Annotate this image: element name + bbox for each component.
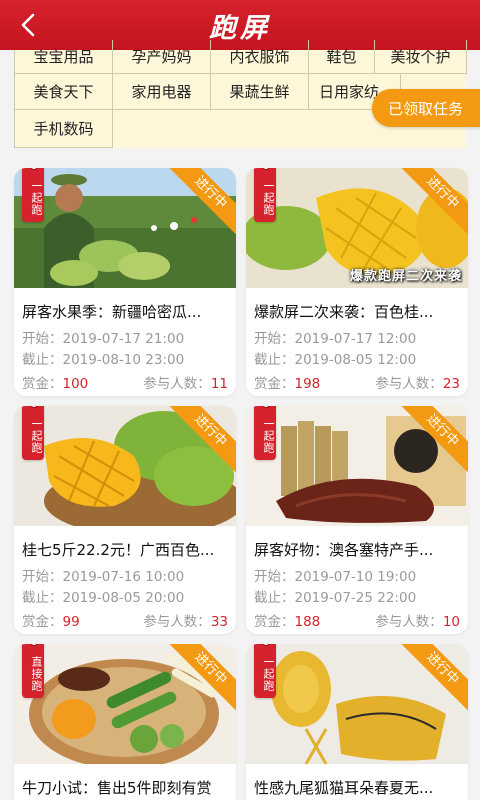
task-card[interactable]: 进行中 一起跑 屏客水果季：新疆哈密瓜... 开始：2019-07-17 21:… bbox=[14, 168, 236, 396]
task-card[interactable]: 进行中 一起跑 桂七5斤22.2元！广西百色... 开始：2019-07-16 … bbox=[14, 406, 236, 634]
category-item[interactable]: 孕产妈妈 bbox=[113, 40, 211, 74]
start-time: 开始：2019-07-17 12:00 bbox=[254, 331, 417, 347]
category-item[interactable]: 内衣服饰 bbox=[211, 40, 309, 74]
card-title: 牛刀小试：售出5件即刻有赏 bbox=[22, 779, 212, 797]
participant-count: 参与人数：10 bbox=[375, 614, 460, 630]
task-card[interactable]: 爆款跑屏二次来袭 进行中 一起跑 爆款屏二次来袭：百色桂... 开始：2019-… bbox=[246, 168, 468, 396]
end-time: 截止：2019-08-05 20:00 bbox=[22, 590, 185, 606]
category-item[interactable]: 家用电器 bbox=[113, 74, 211, 110]
participant-count: 参与人数：11 bbox=[143, 376, 228, 392]
category-item[interactable]: 美妆个护 bbox=[375, 40, 467, 74]
category-item[interactable]: 手机数码 bbox=[15, 110, 113, 148]
task-card[interactable]: 进行中 一起跑 屏客好物：澳各塞特产手... 开始：2019-07-10 19:… bbox=[246, 406, 468, 634]
end-time: 截止：2019-08-10 23:00 bbox=[22, 352, 185, 368]
reward: 赏金：100 bbox=[22, 376, 89, 392]
product-image: 进行中 bbox=[14, 168, 236, 288]
category-item[interactable]: 鞋包 bbox=[309, 40, 375, 74]
claimed-tasks-button[interactable]: 已领取任务 bbox=[372, 89, 480, 127]
product-image: 爆款跑屏二次来袭 进行中 bbox=[246, 168, 468, 288]
product-image: 进行中 bbox=[14, 406, 236, 526]
category-item[interactable]: 果蔬生鲜 bbox=[211, 74, 309, 110]
run-type-tag: 直接跑 bbox=[22, 644, 44, 698]
product-image: 进行中 bbox=[246, 644, 468, 764]
end-time: 截止：2019-08-05 12:00 bbox=[254, 352, 417, 368]
reward: 赏金：99 bbox=[22, 614, 80, 630]
reward: 赏金：188 bbox=[254, 614, 321, 630]
participant-count: 参与人数：33 bbox=[143, 614, 228, 630]
task-card[interactable]: 进行中 一起跑 性感九尾狐猫耳朵春夏无... bbox=[246, 644, 468, 800]
category-item[interactable]: 美食天下 bbox=[15, 74, 113, 110]
category-item[interactable]: 宝宝用品 bbox=[15, 40, 113, 74]
run-type-tag: 一起跑 bbox=[254, 644, 276, 698]
card-title: 桂七5斤22.2元！广西百色... bbox=[22, 541, 215, 559]
card-title: 爆款屏二次来袭：百色桂... bbox=[254, 303, 434, 321]
start-time: 开始：2019-07-17 21:00 bbox=[22, 331, 185, 347]
run-type-tag: 一起跑 bbox=[254, 168, 276, 222]
product-image: 进行中 bbox=[246, 406, 468, 526]
run-type-tag: 一起跑 bbox=[22, 406, 44, 460]
end-time: 截止：2019-07-25 22:00 bbox=[254, 590, 417, 606]
run-type-tag: 一起跑 bbox=[254, 406, 276, 460]
task-card[interactable]: 进行中 直接跑 牛刀小试：售出5件即刻有赏 bbox=[14, 644, 236, 800]
reward: 赏金：198 bbox=[254, 376, 321, 392]
card-title: 屏客好物：澳各塞特产手... bbox=[254, 541, 434, 559]
participant-count: 参与人数：23 bbox=[375, 376, 460, 392]
card-title: 屏客水果季：新疆哈密瓜... bbox=[22, 303, 202, 321]
image-caption: 爆款跑屏二次来袭 bbox=[349, 269, 462, 284]
start-time: 开始：2019-07-16 10:00 bbox=[22, 569, 185, 585]
start-time: 开始：2019-07-10 19:00 bbox=[254, 569, 417, 585]
card-title: 性感九尾狐猫耳朵春夏无... bbox=[254, 779, 434, 797]
product-image: 进行中 bbox=[14, 644, 236, 764]
run-type-tag: 一起跑 bbox=[22, 168, 44, 222]
